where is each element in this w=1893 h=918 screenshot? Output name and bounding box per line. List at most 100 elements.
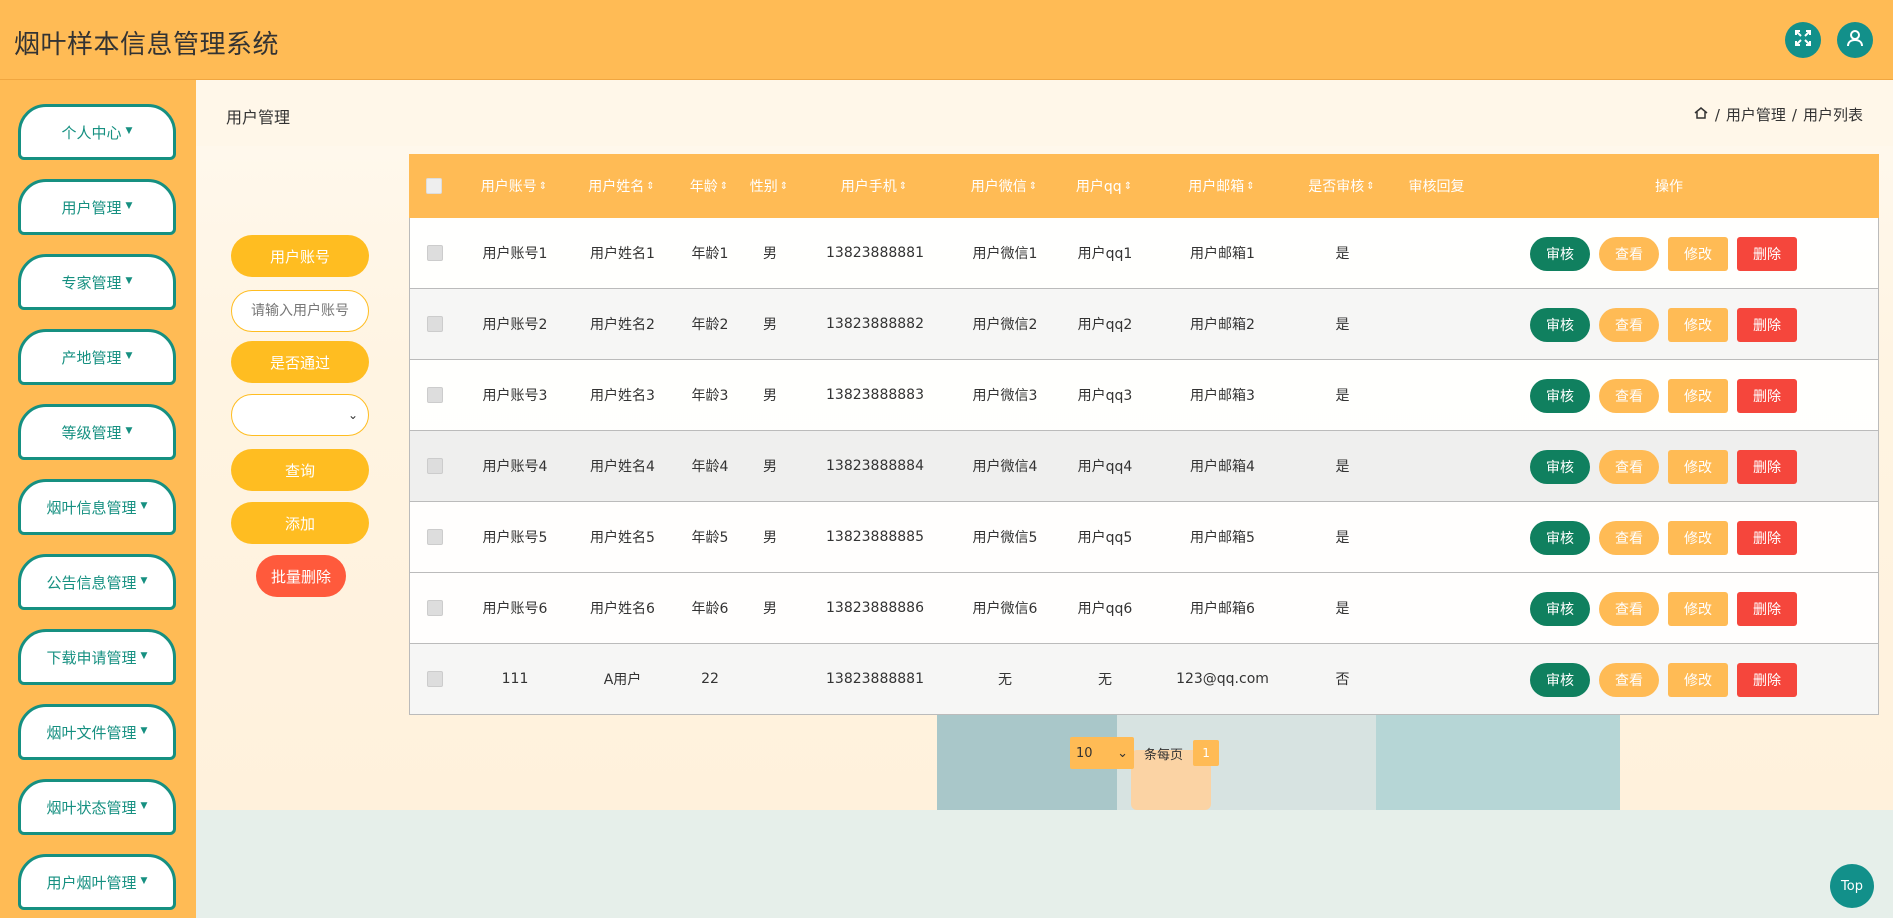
- sidebar-item-label: 下载申请管理: [46, 648, 137, 667]
- column-header-label: 用户姓名: [588, 179, 645, 195]
- search-button[interactable]: 查询: [231, 449, 369, 491]
- sidebar-item-tobacco-info[interactable]: 烟叶信息管理 ▼: [18, 479, 176, 535]
- row-checkbox[interactable]: [427, 671, 443, 687]
- cell-account: 用户账号3: [482, 388, 548, 404]
- column-header-label: 审核回复: [1408, 179, 1465, 195]
- delete-button[interactable]: 删除: [1737, 521, 1797, 555]
- sidebar-item-label: 用户管理: [61, 198, 122, 217]
- cell-reply: [1395, 289, 1480, 359]
- sidebar-item-status[interactable]: 烟叶状态管理 ▼: [18, 779, 176, 835]
- delete-button[interactable]: 删除: [1737, 308, 1797, 342]
- sidebar-item-grades[interactable]: 等级管理 ▼: [18, 404, 176, 460]
- sidebar-item-label: 等级管理: [61, 423, 122, 442]
- sidebar-item-experts[interactable]: 专家管理 ▼: [18, 254, 176, 310]
- sidebar-item-user-tobacco[interactable]: 用户烟叶管理 ▼: [18, 854, 176, 910]
- sort-icon: ⇕: [1123, 180, 1133, 192]
- batch-delete-button[interactable]: 批量删除: [256, 555, 346, 597]
- column-header-label: 操作: [1655, 179, 1683, 195]
- edit-button[interactable]: 修改: [1668, 592, 1728, 626]
- column-header[interactable]: 是否审核 ⇕: [1289, 154, 1394, 218]
- delete-button[interactable]: 删除: [1737, 592, 1797, 626]
- audit-button[interactable]: 审核: [1530, 308, 1590, 342]
- column-header[interactable]: 用户手机 ⇕: [794, 154, 954, 218]
- page-title: 用户管理: [226, 108, 291, 127]
- audit-button[interactable]: 审核: [1530, 379, 1590, 413]
- delete-button[interactable]: 删除: [1737, 450, 1797, 484]
- add-button[interactable]: 添加: [231, 502, 369, 544]
- column-header[interactable]: 用户账号 ⇕: [459, 154, 569, 218]
- account-search-input[interactable]: [231, 290, 369, 332]
- delete-button[interactable]: 删除: [1737, 663, 1797, 697]
- row-checkbox[interactable]: [427, 316, 443, 332]
- column-header[interactable]: 用户邮箱 ⇕: [1154, 154, 1289, 218]
- delete-button[interactable]: 删除: [1737, 237, 1797, 271]
- edit-button[interactable]: 修改: [1668, 450, 1728, 484]
- cell-qq: 用户qq1: [1077, 246, 1133, 262]
- view-button[interactable]: 查看: [1599, 521, 1659, 555]
- cell-wechat: 无: [998, 672, 1012, 688]
- back-to-top-button[interactable]: Top: [1830, 864, 1874, 908]
- audit-button[interactable]: 审核: [1530, 521, 1590, 555]
- sort-icon: ⇕: [898, 180, 908, 192]
- cell-gender: 男: [763, 459, 777, 475]
- sidebar-item-origins[interactable]: 产地管理 ▼: [18, 329, 176, 385]
- caret-down-icon: ▼: [140, 651, 148, 661]
- sidebar: 个人中心 ▼ 用户管理 ▼ 专家管理 ▼ 产地管理 ▼ 等级管理 ▼ 烟叶信息管理 ▼ 公告…: [0, 80, 196, 918]
- app-title: 烟叶样本信息管理系统: [14, 30, 280, 60]
- top-header: 烟叶样本信息管理系统: [0, 0, 1893, 80]
- edit-button[interactable]: 修改: [1668, 521, 1728, 555]
- view-button[interactable]: 查看: [1599, 237, 1659, 271]
- home-icon[interactable]: [1693, 105, 1709, 125]
- column-header[interactable]: 用户姓名 ⇕: [569, 154, 674, 218]
- view-button[interactable]: 查看: [1599, 379, 1659, 413]
- edit-button[interactable]: 修改: [1668, 237, 1728, 271]
- audit-button[interactable]: 审核: [1530, 592, 1590, 626]
- table-row: 用户账号5 用户姓名5 年龄5 男 13823888885 用户微信5 用户qq…: [409, 502, 1879, 573]
- edit-button[interactable]: 修改: [1668, 308, 1728, 342]
- view-button[interactable]: 查看: [1599, 592, 1659, 626]
- chevron-down-icon: ⌄: [1117, 745, 1128, 761]
- user-button[interactable]: [1837, 22, 1873, 58]
- row-checkbox-cell: [410, 289, 460, 359]
- cell-wechat: 用户微信1: [972, 246, 1038, 262]
- cell-gender: 男: [763, 530, 777, 546]
- column-header-label: 用户手机: [840, 179, 897, 195]
- sidebar-item-profile[interactable]: 个人中心 ▼: [18, 104, 176, 160]
- select-all-checkbox[interactable]: [426, 178, 442, 194]
- audit-button[interactable]: 审核: [1530, 450, 1590, 484]
- sidebar-item-label: 烟叶状态管理: [46, 798, 137, 817]
- column-header[interactable]: 性别 ⇕: [744, 154, 794, 218]
- audit-button[interactable]: 审核: [1530, 663, 1590, 697]
- row-checkbox[interactable]: [427, 600, 443, 616]
- cell-phone: 13823888886: [826, 600, 924, 616]
- column-header[interactable]: 用户微信 ⇕: [954, 154, 1054, 218]
- column-header[interactable]: 用户qq ⇕: [1054, 154, 1154, 218]
- cell-audited: 是: [1335, 601, 1350, 617]
- cell-email: 用户邮箱2: [1190, 317, 1255, 333]
- sidebar-item-notices[interactable]: 公告信息管理 ▼: [18, 554, 176, 610]
- row-checkbox[interactable]: [427, 529, 443, 545]
- edit-button[interactable]: 修改: [1668, 379, 1728, 413]
- page-number[interactable]: 1: [1193, 740, 1220, 766]
- view-button[interactable]: 查看: [1599, 308, 1659, 342]
- audit-button[interactable]: 审核: [1530, 237, 1590, 271]
- delete-button[interactable]: 删除: [1737, 379, 1797, 413]
- cell-phone: 13823888884: [826, 458, 924, 474]
- view-button[interactable]: 查看: [1599, 663, 1659, 697]
- column-header[interactable]: 年龄 ⇕: [674, 154, 744, 218]
- row-checkbox[interactable]: [427, 387, 443, 403]
- cell-email: 用户邮箱6: [1190, 601, 1255, 617]
- row-checkbox[interactable]: [427, 245, 443, 261]
- row-checkbox[interactable]: [427, 458, 443, 474]
- sidebar-item-files[interactable]: 烟叶文件管理 ▼: [18, 704, 176, 760]
- sidebar-item-users[interactable]: 用户管理 ▼: [18, 179, 176, 235]
- breadcrumb-item[interactable]: 用户管理: [1726, 104, 1786, 125]
- sort-icon: ⇕: [538, 180, 548, 192]
- page-size-select[interactable]: 10 ⌄: [1070, 737, 1134, 769]
- fullscreen-button[interactable]: [1785, 22, 1821, 58]
- edit-button[interactable]: 修改: [1668, 663, 1728, 697]
- view-button[interactable]: 查看: [1599, 450, 1659, 484]
- sidebar-item-downloads[interactable]: 下载申请管理 ▼: [18, 629, 176, 685]
- table-header: 用户账号 ⇕ 用户姓名 ⇕ 年龄 ⇕ 性别 ⇕ 用户手机 ⇕ 用户微信 ⇕ 用户qq ⇕ 用户…: [409, 154, 1879, 218]
- passed-select[interactable]: ⌄: [231, 394, 369, 436]
